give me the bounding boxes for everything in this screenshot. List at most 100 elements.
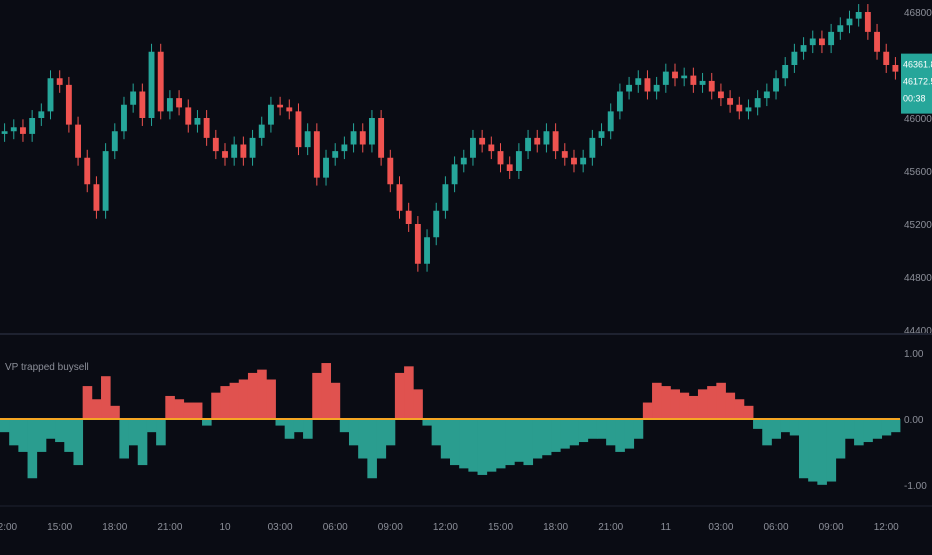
oscillator-bar <box>137 419 148 466</box>
oscillator-bar <box>624 419 635 449</box>
candle-body <box>378 118 385 158</box>
candle-body <box>148 51 155 118</box>
oscillator-bar <box>743 405 754 419</box>
indicator-title: VP trapped buysell <box>5 362 89 373</box>
candle-body <box>20 127 26 134</box>
candle-body <box>763 91 770 99</box>
oscillator-bar <box>835 419 846 459</box>
candle-body <box>773 78 779 92</box>
oscillator-bar <box>808 419 818 482</box>
candle-body <box>47 78 54 112</box>
oscillator-bar <box>119 419 129 459</box>
candle-body <box>846 18 853 26</box>
time-tick-label: 18:00 <box>543 522 568 533</box>
candle-body <box>359 131 366 145</box>
oscillator-bar <box>881 419 892 436</box>
candle-body <box>506 164 513 171</box>
oscillator-bar <box>716 382 726 419</box>
oscillator-bar <box>863 419 873 443</box>
candle-body <box>10 127 17 132</box>
candle-body <box>304 131 311 148</box>
oscillator-bar <box>229 382 240 419</box>
candle-body <box>791 51 798 65</box>
oscillator-bar <box>789 419 800 436</box>
candle-body <box>571 157 577 165</box>
oscillator-bar <box>642 402 653 419</box>
oscillator-bar <box>156 419 166 446</box>
candle-body <box>819 38 825 46</box>
candle-body <box>717 91 724 99</box>
candle-body <box>111 131 118 152</box>
candle-body <box>488 144 495 152</box>
oscillator-bar <box>541 419 552 456</box>
oscillator-bar <box>780 419 791 433</box>
oscillator-bar <box>762 419 772 446</box>
candle-body <box>754 98 761 108</box>
price-tick-label: 46800.00 <box>904 8 932 19</box>
candle-body <box>84 157 91 185</box>
candle-body <box>525 137 531 152</box>
trading-chart[interactable]: 46800.0046400.0046000.0045600.0045200.00… <box>0 0 932 550</box>
oscillator-bar <box>73 419 84 466</box>
candle-body <box>662 71 669 85</box>
oscillator-bar <box>101 376 111 419</box>
oscillator-bar <box>560 419 570 449</box>
oscillator-bar <box>734 399 745 419</box>
oscillator-bar <box>440 419 451 459</box>
oscillator-bar <box>9 419 19 446</box>
candle-body <box>727 98 734 105</box>
oscillator-bar <box>64 419 74 452</box>
oscillator-bar <box>523 419 534 466</box>
oscillator-bar <box>826 419 837 482</box>
candle-body <box>75 124 81 158</box>
oscillator-bar <box>0 419 10 433</box>
oscillator-bar <box>55 419 65 443</box>
candle-body <box>598 131 605 138</box>
price-tick-label: 44400.00 <box>904 326 932 337</box>
candle-body <box>212 137 219 152</box>
candle-body <box>681 75 688 79</box>
candle-body <box>267 104 274 125</box>
candle-body <box>157 51 164 112</box>
candle-body <box>65 84 72 125</box>
time-tick-label: 03:00 <box>268 522 293 533</box>
oscillator-bar <box>569 419 579 446</box>
oscillator-bar <box>146 419 157 433</box>
candle-body <box>240 144 247 158</box>
candle-body <box>552 131 559 152</box>
price-tick-label: 44800.00 <box>904 273 932 284</box>
oscillator-bar <box>505 419 515 466</box>
candle-body <box>479 137 486 145</box>
oscillator-tick-label: 0.00 <box>904 415 924 426</box>
oscillator-bar <box>293 419 304 433</box>
oscillator-tick-label: -1.00 <box>904 481 927 492</box>
time-tick-label: 12:00 <box>433 522 458 533</box>
candle-body <box>690 75 697 85</box>
oscillator-bar <box>670 389 680 419</box>
candle-body <box>653 84 660 92</box>
oscillator-bar <box>247 372 258 419</box>
oscillator-bar <box>192 402 203 419</box>
candle-body <box>451 164 458 185</box>
candle-body <box>185 107 192 125</box>
candle-body <box>231 144 238 158</box>
oscillator-bar <box>284 419 295 439</box>
oscillator-bar <box>753 419 763 429</box>
oscillator-bar <box>477 419 488 475</box>
time-tick-label: 12:00 <box>0 522 18 533</box>
price-tick-label: 45600.00 <box>904 167 932 178</box>
oscillator-bar <box>18 419 28 452</box>
oscillator-bar <box>771 419 782 439</box>
oscillator-bar <box>266 379 276 419</box>
time-tick-label: 21:00 <box>598 522 623 533</box>
oscillator-bar <box>339 419 350 433</box>
candle-body <box>277 104 284 108</box>
time-tick-label: 21:00 <box>157 522 182 533</box>
candle-body <box>249 137 256 158</box>
oscillator-bar <box>431 419 442 446</box>
chart-canvas[interactable]: 46800.0046400.0046000.0045600.0045200.00… <box>0 0 932 550</box>
oscillator-bar <box>303 419 313 439</box>
oscillator-bar <box>257 369 267 419</box>
oscillator-bar <box>587 419 598 439</box>
oscillator-bar <box>36 419 47 452</box>
